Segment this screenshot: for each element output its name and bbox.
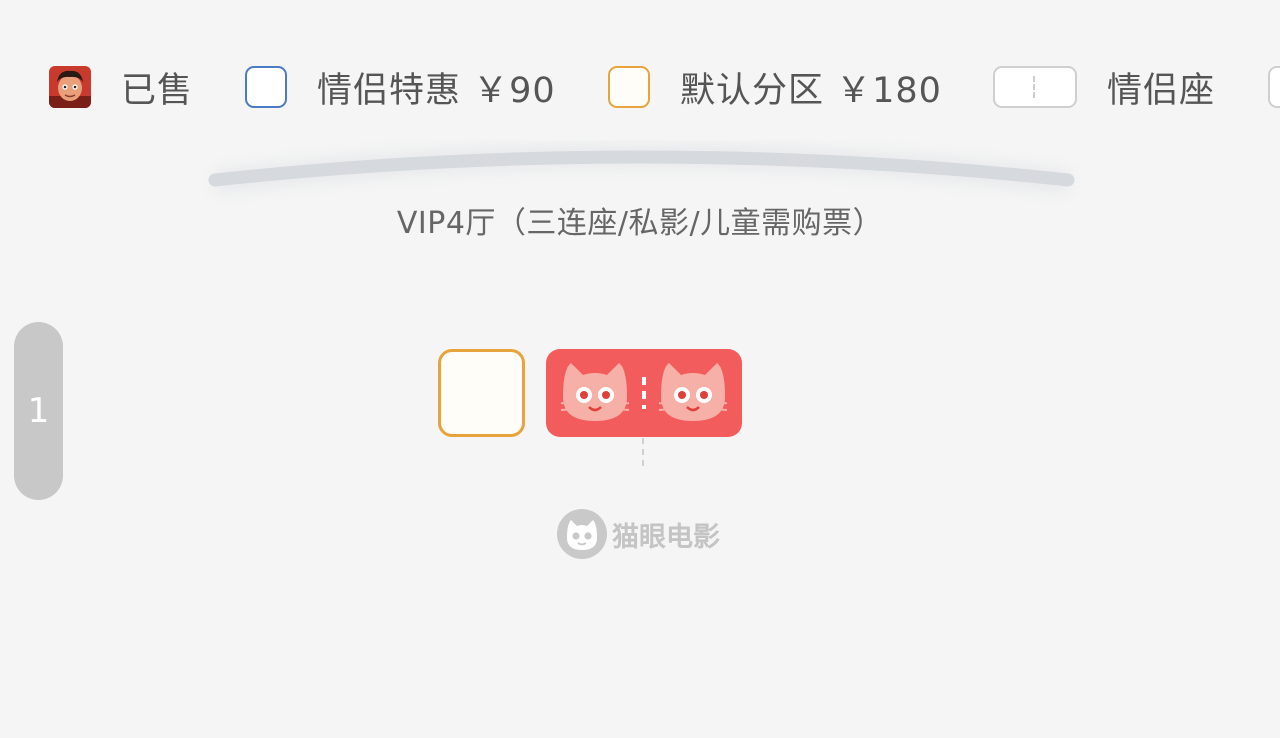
legend-couple-seat-swatch [993, 66, 1077, 108]
row-number: 1 [27, 391, 50, 431]
seat-legend: 已售 情侣特惠 ￥90 默认分区 ￥180 情侣座 [0, 62, 1280, 112]
watermark-text: 猫眼电影 [612, 521, 720, 553]
legend-sold: 已售 [49, 62, 193, 112]
couple-seat-sold[interactable] [546, 349, 742, 437]
seat-map-page: 已售 情侣特惠 ￥90 默认分区 ￥180 情侣座 VIP4厅（三连座/私影/儿… [0, 0, 1280, 738]
cat-face-icon [658, 363, 728, 421]
legend-couple-discount-label: 情侣特惠 ￥90 [317, 70, 556, 111]
legend-more [1268, 62, 1280, 112]
legend-sold-label: 已售 [121, 70, 194, 111]
legend-couple-discount: 情侣特惠 ￥90 [245, 62, 556, 112]
legend-more-swatch [1268, 66, 1280, 108]
avatar-icon [49, 66, 91, 108]
legend-default-zone-label: 默认分区 ￥180 [680, 70, 942, 111]
couple-seat-center-line [642, 438, 644, 466]
row-indicator: 1 [14, 322, 63, 500]
hall-name: VIP4厅（三连座/私影/儿童需购票） [396, 206, 884, 241]
legend-couple-seat: 情侣座 [993, 62, 1215, 112]
maoyan-cat-logo-icon [557, 509, 607, 559]
couple-seat-left-sold[interactable] [546, 349, 644, 437]
couple-seat-divider [642, 377, 646, 409]
watermark: 猫眼电影 [556, 508, 720, 560]
legend-default-zone: 默认分区 ￥180 [608, 62, 942, 112]
cat-face-icon [560, 363, 630, 421]
legend-couple-discount-swatch [245, 66, 287, 108]
legend-couple-seat-label: 情侣座 [1107, 70, 1216, 111]
couple-seat-right-sold[interactable] [644, 349, 742, 437]
seat-available[interactable] [438, 349, 525, 437]
legend-default-zone-swatch [608, 66, 650, 108]
